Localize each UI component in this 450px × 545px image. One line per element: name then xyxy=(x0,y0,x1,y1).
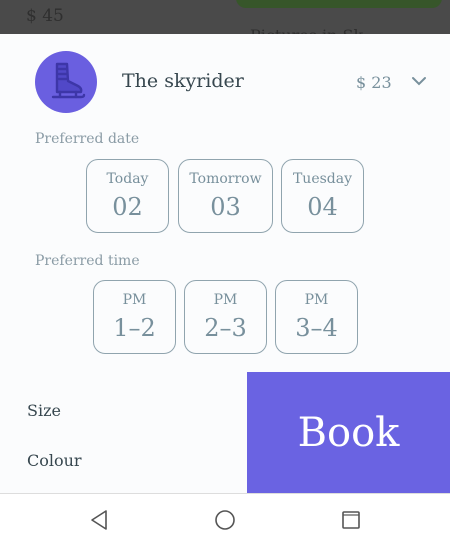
preferred-date-label: Preferred date xyxy=(35,131,140,147)
ice-skate-icon xyxy=(51,62,86,99)
background-overlay: $ 45 Pictures in Sk xyxy=(0,0,450,34)
date-option-tuesday[interactable]: Tuesday 04 xyxy=(281,159,364,233)
time-option-1-2[interactable]: PM 1–2 xyxy=(93,280,176,354)
time-option-period: PM xyxy=(213,292,238,308)
preferred-time-label: Preferred time xyxy=(35,253,140,269)
date-option-day: Tuesday xyxy=(292,171,353,187)
date-option-number: 04 xyxy=(307,193,338,221)
product-avatar xyxy=(35,51,97,113)
chevron-down-icon[interactable] xyxy=(410,74,428,88)
time-option-period: PM xyxy=(304,292,329,308)
date-option-tomorrow[interactable]: Tomorrow 03 xyxy=(178,159,273,233)
home-icon[interactable] xyxy=(213,508,237,532)
background-price: $ 45 xyxy=(26,6,64,26)
back-icon[interactable] xyxy=(88,508,112,532)
date-option-number: 02 xyxy=(112,193,143,221)
date-option-number: 03 xyxy=(210,193,241,221)
product-price: $ 23 xyxy=(356,73,392,92)
navigation-bar xyxy=(0,493,450,545)
time-option-range: 1–2 xyxy=(113,314,156,342)
time-option-3-4[interactable]: PM 3–4 xyxy=(275,280,358,354)
recents-icon[interactable] xyxy=(339,508,363,532)
background-caption: Pictures in Sk xyxy=(250,26,363,34)
time-option-period: PM xyxy=(122,292,147,308)
product-name: The skyrider xyxy=(122,70,244,92)
book-button[interactable]: Book xyxy=(247,372,450,493)
booking-sheet: The skyrider $ 23 Preferred date Today 0… xyxy=(0,34,450,493)
size-label[interactable]: Size xyxy=(27,401,61,420)
background-button xyxy=(236,0,442,8)
time-option-2-3[interactable]: PM 2–3 xyxy=(184,280,267,354)
time-option-range: 2–3 xyxy=(204,314,247,342)
time-option-range: 3–4 xyxy=(295,314,338,342)
date-option-day: Today xyxy=(106,171,149,187)
date-option-today[interactable]: Today 02 xyxy=(86,159,169,233)
date-option-day: Tomorrow xyxy=(189,171,262,187)
colour-label[interactable]: Colour xyxy=(27,451,82,470)
